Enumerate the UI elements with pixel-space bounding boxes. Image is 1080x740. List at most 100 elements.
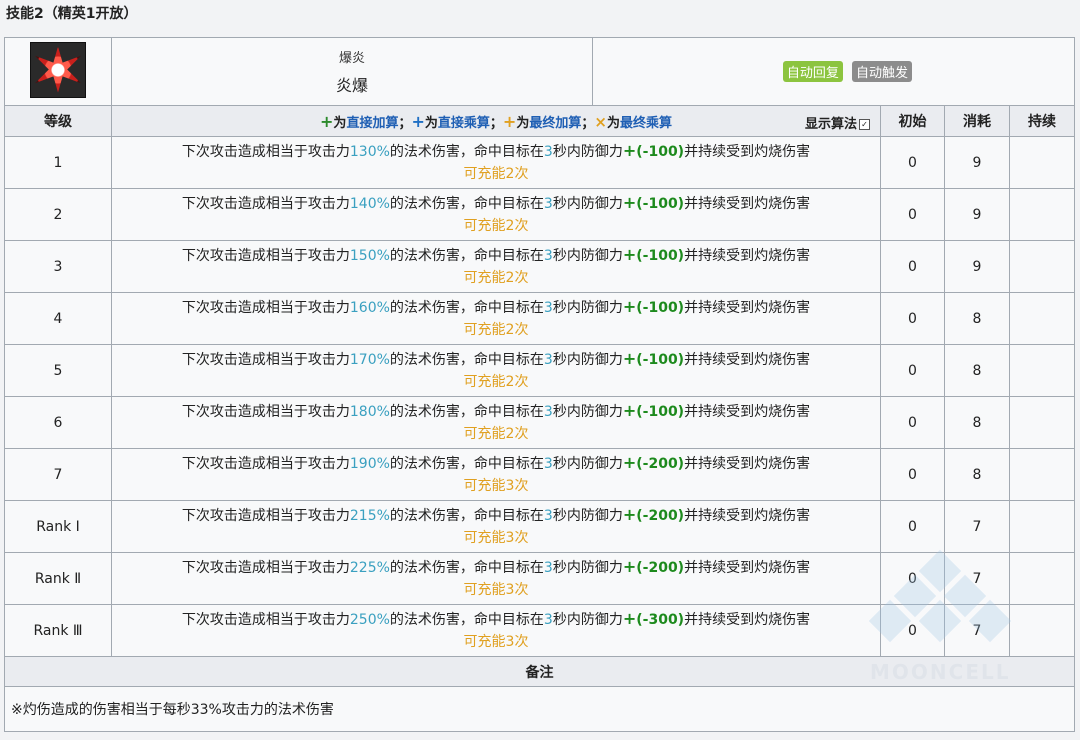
col-initial: 初始 [880,105,945,137]
initial-cell: 0 [880,448,945,501]
level-cell: Rank Ⅱ [4,552,112,605]
level-cell: 1 [4,136,112,189]
initial-cell: 0 [880,240,945,293]
col-duration: 持续 [1009,105,1075,137]
duration-cell [1009,292,1075,345]
green-plus-icon: + [622,557,637,576]
cost-cell: 8 [944,292,1010,345]
level-cell: 5 [4,344,112,397]
cost-cell: 8 [944,396,1010,449]
level-cell: 7 [4,448,112,501]
green-plus-icon: + [622,401,637,420]
duration-cell [1009,136,1075,189]
table-row: 1 下次攻击造成相当于攻击力130%的法术伤害，命中目标在3秒内防御力+(-100… [4,136,1075,189]
level-cell: 2 [4,188,112,241]
cost-cell: 8 [944,344,1010,397]
table-row: 4 下次攻击造成相当于攻击力160%的法术伤害，命中目标在3秒内防御力+(-100… [4,292,1075,345]
level-cell: 4 [4,292,112,345]
cost-cell: 9 [944,240,1010,293]
tag-auto-recovery: 自动回复 [782,61,843,82]
effect-cell: 下次攻击造成相当于攻击力160%的法术伤害，命中目标在3秒内防御力+(-100)… [111,292,881,345]
charge-text: 可充能3次 [463,530,529,546]
duration-cell [1009,500,1075,553]
checkbox-icon[interactable]: ✓ [859,119,870,130]
show-algorithm-toggle[interactable]: 显示算法 ✓ [805,113,870,132]
charge-text: 可充能2次 [463,374,529,390]
duration-cell [1009,604,1075,657]
initial-cell: 0 [880,552,945,605]
note-text: ※灼伤造成的伤害相当于每秒33%攻击力的法术伤害 [4,686,1075,732]
green-plus-icon: + [622,141,637,160]
initial-cell: 0 [880,396,945,449]
table-row: 7 下次攻击造成相当于攻击力190%的法术伤害，命中目标在3秒内防御力+(-200… [4,448,1075,501]
duration-cell [1009,344,1075,397]
duration-cell [1009,188,1075,241]
charge-text: 可充能2次 [463,270,529,286]
orange-times-icon: × [594,112,607,131]
cost-cell: 7 [944,552,1010,605]
initial-cell: 0 [880,344,945,397]
charge-text: 可充能2次 [463,426,529,442]
orange-plus-icon: + [502,111,517,131]
charge-text: 可充能2次 [463,218,529,234]
table-row: Rank Ⅰ 下次攻击造成相当于攻击力215%的法术伤害，命中目标在3秒内防御力+… [4,500,1075,553]
green-plus-icon: + [622,193,637,212]
green-plus-icon: + [622,349,637,368]
skill-name-sub: 爆炎 [338,51,365,66]
level-rows: 1 下次攻击造成相当于攻击力130%的法术伤害，命中目标在3秒内防御力+(-100… [4,136,1075,657]
level-cell: 3 [4,240,112,293]
col-cost: 消耗 [944,105,1010,137]
cost-cell: 7 [944,604,1010,657]
burst-icon [30,41,86,98]
skill-table: 爆炎 炎爆 自动回复 自动触发 等级 +为直接加算；+为直接乘算；+为最终加算；… [4,37,1075,732]
initial-cell: 0 [880,292,945,345]
effect-cell: 下次攻击造成相当于攻击力250%的法术伤害，命中目标在3秒内防御力+(-300)… [111,604,881,657]
column-header-row: 等级 +为直接加算；+为直接乘算；+为最终加算；×为最终乘算 显示算法 ✓ 初始 … [4,105,1075,137]
effect-cell: 下次攻击造成相当于攻击力170%的法术伤害，命中目标在3秒内防御力+(-100)… [111,344,881,397]
skill-name-cell: 爆炎 炎爆 [111,37,593,106]
level-cell: 6 [4,396,112,449]
effect-cell: 下次攻击造成相当于攻击力190%的法术伤害，命中目标在3秒内防御力+(-200)… [111,448,881,501]
cost-cell: 9 [944,188,1010,241]
cost-cell: 7 [944,500,1010,553]
duration-cell [1009,396,1075,449]
green-plus-icon: + [622,609,637,628]
cost-cell: 9 [944,136,1010,189]
note-header-row: 备注 [4,656,1075,687]
calc-legend: +为直接加算；+为直接乘算；+为最终加算；×为最终乘算 [320,111,672,131]
charge-text: 可充能2次 [463,166,529,182]
effect-cell: 下次攻击造成相当于攻击力140%的法术伤害，命中目标在3秒内防御力+(-100)… [111,188,881,241]
skill-icon-cell [4,37,112,106]
initial-cell: 0 [880,500,945,553]
effect-cell: 下次攻击造成相当于攻击力130%的法术伤害，命中目标在3秒内防御力+(-100)… [111,136,881,189]
table-row: Rank Ⅱ 下次攻击造成相当于攻击力225%的法术伤害，命中目标在3秒内防御力+… [4,552,1075,605]
table-row: Rank Ⅲ 下次攻击造成相当于攻击力250%的法术伤害，命中目标在3秒内防御力+… [4,604,1075,657]
green-plus-icon: + [622,245,637,264]
tag-auto-trigger: 自动触发 [851,61,912,82]
charge-text: 可充能3次 [463,478,529,494]
col-effect: +为直接加算；+为直接乘算；+为最终加算；×为最终乘算 显示算法 ✓ [111,105,881,137]
table-row: 5 下次攻击造成相当于攻击力170%的法术伤害，命中目标在3秒内防御力+(-100… [4,344,1075,397]
charge-text: 可充能2次 [463,322,529,338]
table-row: 3 下次攻击造成相当于攻击力150%的法术伤害，命中目标在3秒内防御力+(-100… [4,240,1075,293]
note-row: ※灼伤造成的伤害相当于每秒33%攻击力的法术伤害 [4,686,1075,732]
green-plus-icon: + [320,111,334,131]
duration-cell [1009,448,1075,501]
level-cell: Rank Ⅲ [4,604,112,657]
skill-tags-cell: 自动回复 自动触发 [592,37,1075,106]
cost-cell: 8 [944,448,1010,501]
initial-cell: 0 [880,188,945,241]
green-plus-icon: + [622,505,637,524]
initial-cell: 0 [880,604,945,657]
green-plus-icon: + [622,453,637,472]
effect-cell: 下次攻击造成相当于攻击力215%的法术伤害，命中目标在3秒内防御力+(-200)… [111,500,881,553]
charge-text: 可充能3次 [463,582,529,598]
green-plus-icon: + [622,297,637,316]
skill-header-row: 爆炎 炎爆 自动回复 自动触发 [4,37,1075,106]
col-level: 等级 [4,105,112,137]
duration-cell [1009,240,1075,293]
skill-table-wrapper: 爆炎 炎爆 自动回复 自动触发 等级 +为直接加算；+为直接乘算；+为最终加算；… [4,37,1075,732]
table-row: 2 下次攻击造成相当于攻击力140%的法术伤害，命中目标在3秒内防御力+(-100… [4,188,1075,241]
section-title: 技能2（精英1开放） [6,6,138,22]
charge-text: 可充能3次 [463,634,529,650]
